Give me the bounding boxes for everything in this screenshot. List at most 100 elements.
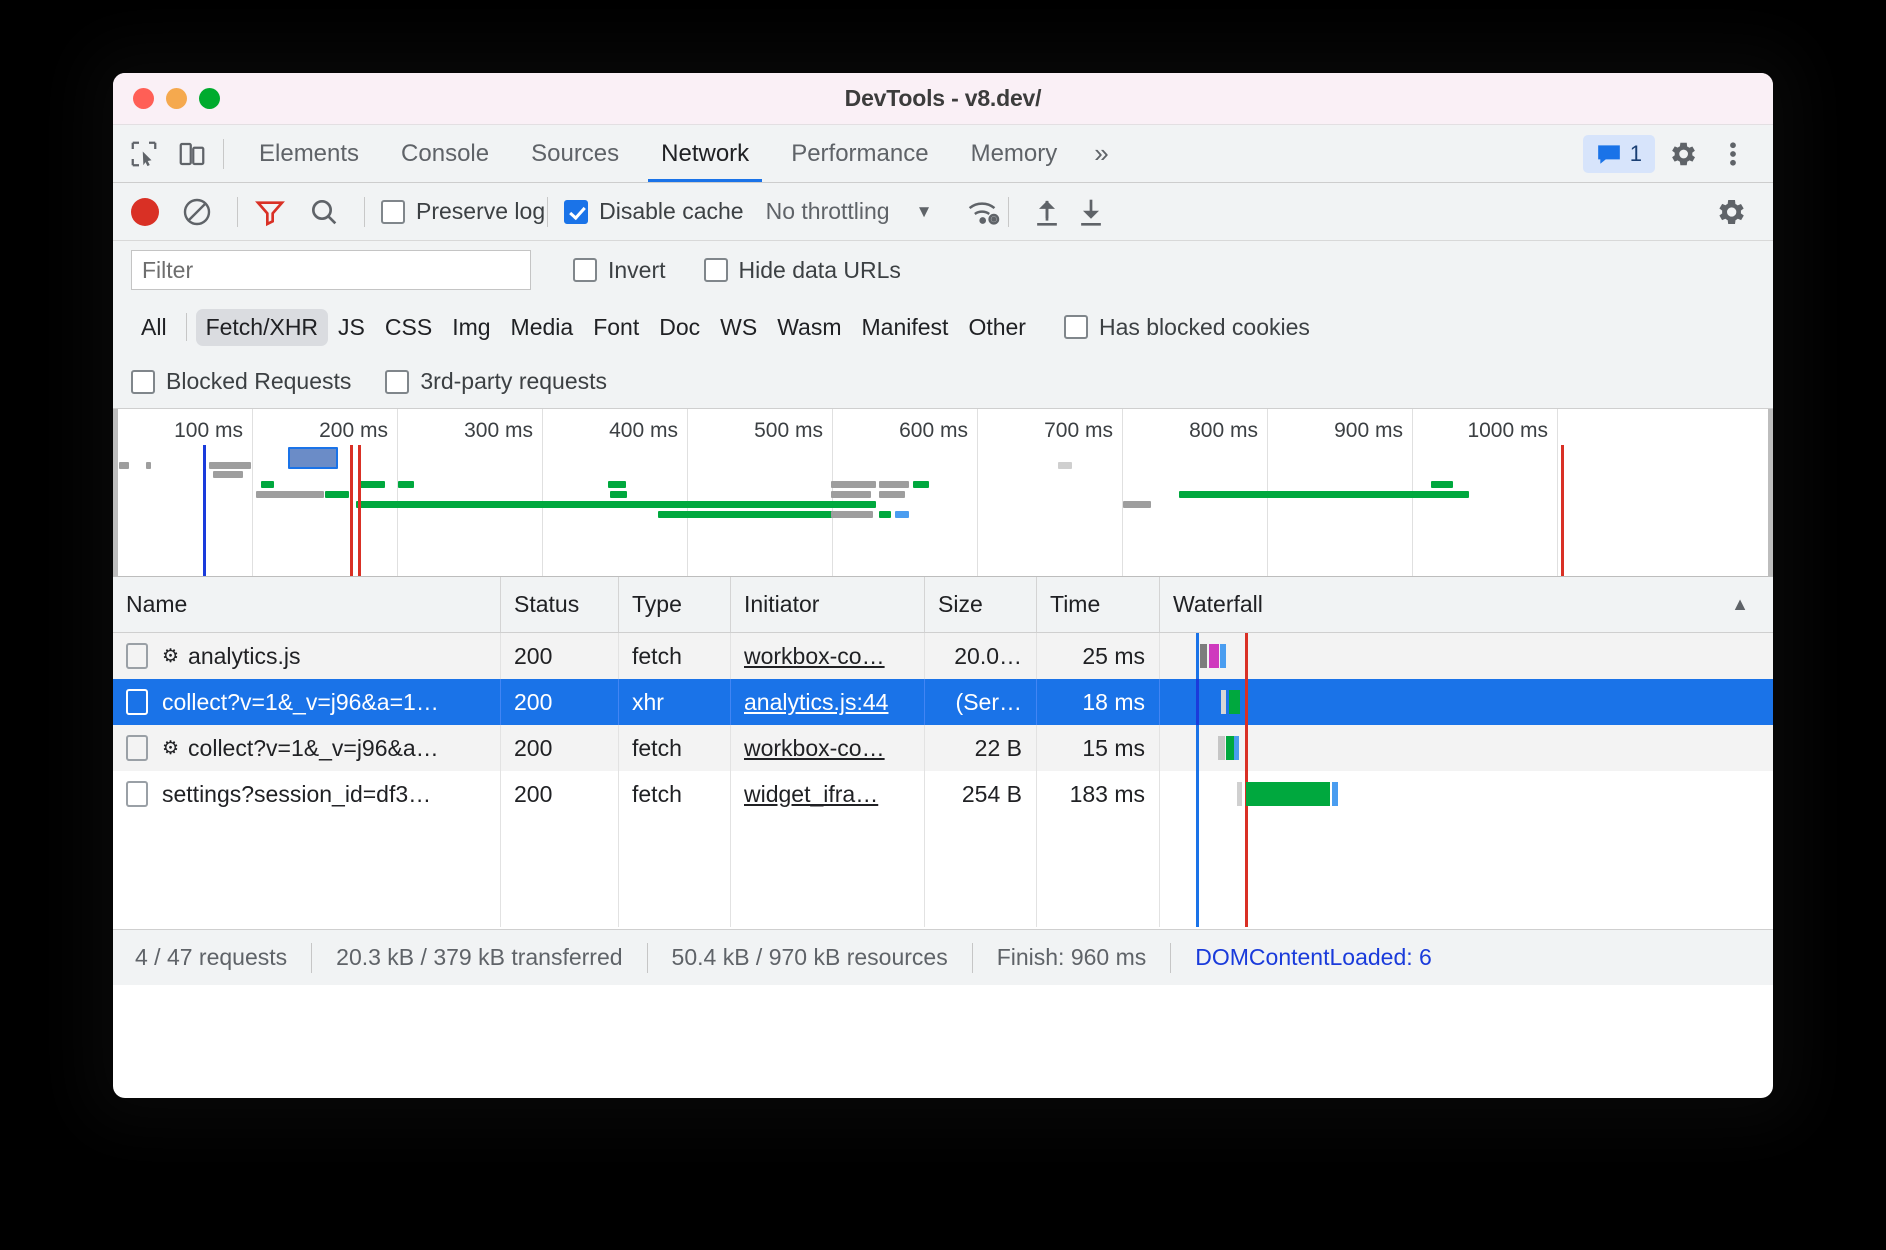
clear-no-entry-icon[interactable] <box>181 196 213 228</box>
third-party-requests-label: 3rd-party requests <box>420 368 607 395</box>
cell-name[interactable]: ⚙ collect?v=1&_v=j96&a… <box>113 725 501 771</box>
overview-right-handle[interactable] <box>1768 409 1773 576</box>
cell-initiator[interactable]: analytics.js:44 <box>731 679 925 725</box>
cell-status: 200 <box>501 679 619 725</box>
preserve-log-toggle[interactable]: Preserve log <box>381 198 545 225</box>
column-header-type[interactable]: Type <box>619 577 731 632</box>
service-worker-gear-icon: ⚙ <box>162 645 179 668</box>
funnel-filter-icon[interactable] <box>254 196 286 228</box>
tab-network[interactable]: Network <box>640 125 770 182</box>
cell-name[interactable]: ⚙ analytics.js <box>113 633 501 679</box>
network-settings-gear-icon[interactable] <box>1709 190 1753 234</box>
record-stop-icon[interactable] <box>131 198 159 226</box>
device-toolbar-icon[interactable] <box>175 137 209 171</box>
toolbar-divider-4 <box>1008 197 1009 227</box>
type-filter-font[interactable]: Font <box>583 309 649 346</box>
type-filter-img[interactable]: Img <box>442 309 500 346</box>
cell-size: 254 B <box>925 771 1037 817</box>
status-domcontentloaded: DOMContentLoaded: 6 <box>1195 944 1432 971</box>
tab-memory[interactable]: Memory <box>950 125 1079 182</box>
status-divider <box>972 943 973 973</box>
overview-tick-1000ms: 1000 ms <box>1467 419 1557 443</box>
has-blocked-cookies-toggle[interactable]: Has blocked cookies <box>1064 314 1310 341</box>
issues-badge[interactable]: 1 <box>1583 135 1655 173</box>
type-filter-js[interactable]: JS <box>328 309 375 346</box>
row-checkbox[interactable] <box>126 689 148 715</box>
column-header-waterfall[interactable]: Waterfall ▲ <box>1160 577 1773 632</box>
status-divider <box>647 943 648 973</box>
has-blocked-cookies-label: Has blocked cookies <box>1099 314 1310 341</box>
download-arrow-icon[interactable] <box>1069 190 1113 234</box>
table-row[interactable]: ⚙ collect?v=1&_v=j96&a… 200 fetch workbo… <box>113 725 1773 771</box>
type-filter-fetch-xhr[interactable]: Fetch/XHR <box>196 309 328 346</box>
cell-name[interactable]: collect?v=1&_v=j96&a=1… <box>113 679 501 725</box>
chevron-down-icon[interactable]: ▼ <box>916 202 933 222</box>
row-checkbox[interactable] <box>126 643 148 669</box>
hide-data-urls-checkbox[interactable] <box>704 258 728 282</box>
cell-waterfall <box>1160 633 1773 679</box>
third-party-requests-toggle[interactable]: 3rd-party requests <box>385 368 607 395</box>
column-header-size[interactable]: Size <box>925 577 1037 632</box>
network-toolbar-right <box>1709 190 1773 234</box>
cell-type: fetch <box>619 725 731 771</box>
type-filter-css[interactable]: CSS <box>375 309 442 346</box>
table-header-row: Name Status Type Initiator Size Time Wat… <box>113 577 1773 633</box>
initiator-link[interactable]: widget_ifra… <box>744 781 878 808</box>
gear-icon[interactable] <box>1661 132 1705 176</box>
type-filter-wasm[interactable]: Wasm <box>767 309 851 346</box>
tab-sources[interactable]: Sources <box>510 125 640 182</box>
hide-data-urls-toggle[interactable]: Hide data URLs <box>704 257 901 284</box>
row-checkbox[interactable] <box>126 781 148 807</box>
request-name: settings?session_id=df3… <box>162 781 431 808</box>
inspect-element-icon[interactable] <box>127 137 161 171</box>
initiator-link[interactable]: analytics.js:44 <box>744 689 888 716</box>
type-filter-other[interactable]: Other <box>958 309 1036 346</box>
overview-finish-marker <box>1561 445 1564 576</box>
has-blocked-cookies-checkbox[interactable] <box>1064 315 1088 339</box>
tab-performance[interactable]: Performance <box>770 125 949 182</box>
third-party-requests-checkbox[interactable] <box>385 370 409 394</box>
row-checkbox[interactable] <box>126 735 148 761</box>
cell-initiator[interactable]: workbox-co… <box>731 725 925 771</box>
table-row[interactable]: settings?session_id=df3… 200 fetch widge… <box>113 771 1773 817</box>
toolbar-divider-3 <box>547 197 548 227</box>
blocked-requests-checkbox[interactable] <box>131 370 155 394</box>
magnifier-search-icon[interactable] <box>308 196 340 228</box>
cell-name[interactable]: settings?session_id=df3… <box>113 771 501 817</box>
column-header-status[interactable]: Status <box>501 577 619 632</box>
tab-console[interactable]: Console <box>380 125 510 182</box>
waterfall-label: Waterfall <box>1173 591 1263 618</box>
network-overview-timeline[interactable]: 100 ms 200 ms 300 ms 400 ms 500 ms 600 m… <box>113 409 1773 577</box>
cell-time: 25 ms <box>1037 633 1160 679</box>
blocked-requests-toggle[interactable]: Blocked Requests <box>131 368 351 395</box>
cell-initiator[interactable]: workbox-co… <box>731 633 925 679</box>
column-header-name[interactable]: Name <box>113 577 501 632</box>
type-filter-all[interactable]: All <box>131 309 177 346</box>
cell-size: 22 B <box>925 725 1037 771</box>
overview-left-handle[interactable] <box>113 409 118 576</box>
wifi-settings-icon[interactable] <box>962 190 1006 234</box>
type-filter-ws[interactable]: WS <box>710 309 767 346</box>
more-tabs-chevron-icon[interactable]: » <box>1078 138 1124 169</box>
invert-toggle[interactable]: Invert <box>573 257 666 284</box>
toolbar-divider-1 <box>237 197 238 227</box>
disable-cache-toggle[interactable]: Disable cache <box>564 198 743 225</box>
initiator-link[interactable]: workbox-co… <box>744 735 885 762</box>
filter-input[interactable] <box>131 250 531 290</box>
cell-initiator[interactable]: widget_ifra… <box>731 771 925 817</box>
disable-cache-checkbox[interactable] <box>564 200 588 224</box>
type-filter-doc[interactable]: Doc <box>649 309 710 346</box>
upload-arrow-icon[interactable] <box>1025 190 1069 234</box>
initiator-link[interactable]: workbox-co… <box>744 643 885 670</box>
column-header-initiator[interactable]: Initiator <box>731 577 925 632</box>
type-filter-manifest[interactable]: Manifest <box>852 309 959 346</box>
table-row[interactable]: collect?v=1&_v=j96&a=1… 200 xhr analytic… <box>113 679 1773 725</box>
throttling-select-value[interactable]: No throttling <box>766 198 890 225</box>
table-row[interactable]: ⚙ analytics.js 200 fetch workbox-co… 20.… <box>113 633 1773 679</box>
type-filter-media[interactable]: Media <box>501 309 584 346</box>
column-header-time[interactable]: Time <box>1037 577 1160 632</box>
invert-checkbox[interactable] <box>573 258 597 282</box>
tab-elements[interactable]: Elements <box>238 125 380 182</box>
preserve-log-checkbox[interactable] <box>381 200 405 224</box>
kebab-menu-icon[interactable] <box>1711 132 1755 176</box>
